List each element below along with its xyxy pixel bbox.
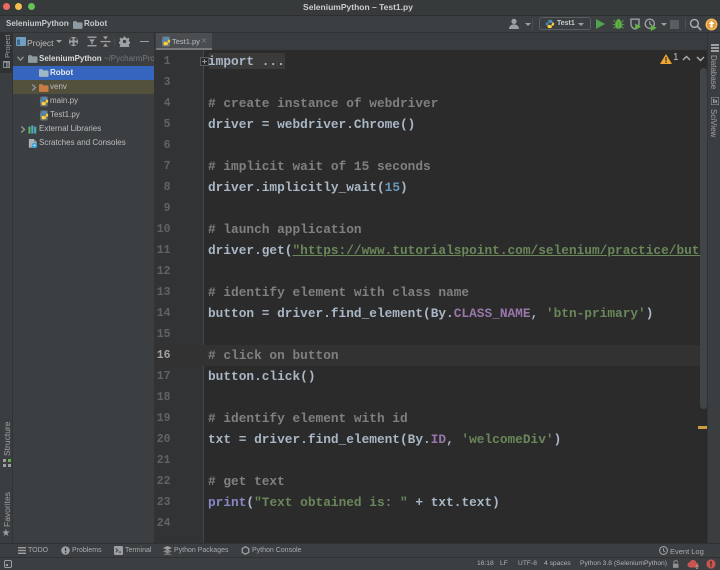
svg-text:0: 0 [696, 564, 699, 568]
